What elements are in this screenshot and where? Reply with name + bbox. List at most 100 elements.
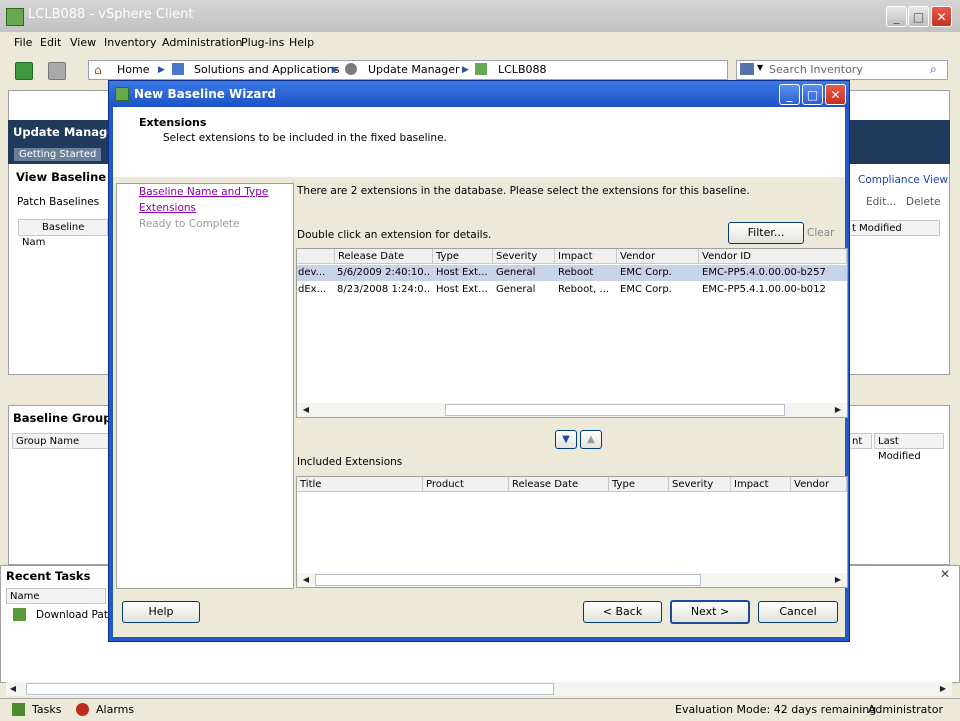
- dialog-title: New Baseline Wizard: [134, 87, 276, 101]
- forward-nav-icon[interactable]: [48, 62, 66, 80]
- search-inventory-box[interactable]: ▼ Search Inventory ⌕: [736, 60, 948, 80]
- menu-help[interactable]: Help: [289, 36, 314, 49]
- baseline-name-header[interactable]: Baseline Nam: [18, 219, 108, 248]
- scroll-left-icon[interactable]: ◀: [299, 574, 313, 586]
- search-input[interactable]: Search Inventory: [769, 63, 863, 76]
- ext-severity-cell: General: [496, 284, 536, 295]
- included-hscrollbar[interactable]: ◀ ▶: [297, 573, 847, 587]
- table-row[interactable]: dEx... 8/23/2008 1:24:0... Host Ext... G…: [297, 282, 847, 298]
- group-count-header[interactable]: nt: [848, 433, 872, 449]
- scroll-left-icon[interactable]: ◀: [299, 404, 313, 416]
- scroll-left-icon[interactable]: ◀: [6, 683, 20, 695]
- inc-col-type[interactable]: Type: [609, 477, 669, 492]
- ext-impact-cell: Reboot, ...: [558, 284, 610, 295]
- breadcrumb-separator-icon: ▶: [332, 65, 339, 75]
- minimize-icon[interactable]: _: [886, 6, 907, 27]
- ext-col-release-date[interactable]: Release Date: [335, 249, 433, 264]
- wizard-icon: [115, 87, 129, 101]
- group-last-modified-header[interactable]: Last Modified: [874, 433, 944, 462]
- table-row[interactable]: dev... 5/6/2009 2:40:10... Host Ext... G…: [297, 265, 847, 281]
- scroll-thumb[interactable]: [315, 574, 701, 586]
- search-icon[interactable]: ⌕: [930, 62, 937, 77]
- breadcrumb-host[interactable]: LCLB088: [498, 63, 546, 76]
- host-icon: [475, 63, 487, 75]
- scroll-right-icon[interactable]: ▶: [936, 683, 950, 695]
- task-item[interactable]: Download Patc: [36, 609, 114, 621]
- scroll-right-icon[interactable]: ▶: [831, 574, 845, 586]
- alarms-button[interactable]: Alarms: [96, 703, 134, 716]
- scroll-thumb[interactable]: [445, 404, 785, 416]
- main-titlebar: LCLB088 - vSphere Client _ □ ✕: [0, 0, 960, 32]
- menu-administration[interactable]: Administration: [162, 36, 243, 49]
- breadcrumb-separator-icon: ▶: [462, 65, 469, 75]
- filter-button[interactable]: Filter...: [728, 222, 804, 244]
- ext-name-cell: dev...: [298, 267, 326, 278]
- current-user: Administrator: [868, 703, 943, 716]
- chevron-down-icon[interactable]: ▼: [757, 63, 763, 72]
- tab-getting-started[interactable]: Getting Started: [14, 148, 102, 161]
- inc-col-product[interactable]: Product: [423, 477, 509, 492]
- inc-col-impact[interactable]: Impact: [731, 477, 791, 492]
- scroll-right-icon[interactable]: ▶: [831, 404, 845, 416]
- back-button[interactable]: < Back: [583, 601, 662, 623]
- ext-col-vendor-id[interactable]: Vendor ID: [699, 249, 847, 264]
- move-down-button[interactable]: ▼: [555, 430, 577, 449]
- menu-file[interactable]: File: [14, 36, 32, 49]
- task-name-header[interactable]: Name: [6, 588, 106, 604]
- ext-vendor-cell: EMC Corp.: [620, 267, 672, 278]
- ext-col-name[interactable]: [297, 249, 335, 264]
- recent-tasks-title: Recent Tasks: [6, 569, 91, 583]
- edit-action[interactable]: Edit...: [866, 196, 896, 208]
- breadcrumb-home[interactable]: Home: [117, 63, 149, 76]
- main-hscrollbar[interactable]: ◀ ▶: [6, 682, 952, 696]
- extensions-hscrollbar[interactable]: ◀ ▶: [297, 403, 847, 417]
- vsphere-app-icon: [6, 8, 24, 26]
- menu-view[interactable]: View: [70, 36, 96, 49]
- help-button[interactable]: Help: [122, 601, 200, 623]
- inc-col-title[interactable]: Title: [297, 477, 423, 492]
- ext-col-type[interactable]: Type: [433, 249, 493, 264]
- clear-link[interactable]: Clear: [807, 227, 834, 239]
- close-icon[interactable]: ✕: [940, 567, 950, 581]
- menu-edit[interactable]: Edit: [40, 36, 61, 49]
- inc-col-release-date[interactable]: Release Date: [509, 477, 609, 492]
- ext-col-impact[interactable]: Impact: [555, 249, 617, 264]
- menu-plugins[interactable]: Plug-ins: [241, 36, 284, 49]
- tab-patch-baselines[interactable]: Patch Baselines: [17, 196, 99, 208]
- ext-col-severity[interactable]: Severity: [493, 249, 555, 264]
- delete-action[interactable]: Delete: [906, 196, 941, 208]
- compliance-view-link[interactable]: Compliance View: [858, 174, 948, 186]
- last-modified-header[interactable]: t Modified: [848, 220, 940, 236]
- section-description: Select extensions to be included in the …: [163, 132, 447, 144]
- step-extensions[interactable]: Extensions: [139, 202, 196, 214]
- inc-col-severity[interactable]: Severity: [669, 477, 731, 492]
- close-icon[interactable]: ✕: [931, 6, 952, 27]
- cancel-button[interactable]: Cancel: [758, 601, 838, 623]
- menu-inventory[interactable]: Inventory: [104, 36, 157, 49]
- ext-date-cell: 5/6/2009 2:40:10...: [337, 267, 431, 278]
- group-name-header[interactable]: Group Name: [12, 433, 110, 449]
- ext-col-vendor[interactable]: Vendor: [617, 249, 699, 264]
- step-baseline-name[interactable]: Baseline Name and Type: [139, 186, 268, 198]
- solutions-icon: [172, 63, 184, 75]
- ext-impact-cell: Reboot: [558, 267, 594, 278]
- next-button[interactable]: Next >: [670, 600, 750, 624]
- maximize-icon[interactable]: □: [908, 6, 929, 27]
- breadcrumb-update-manager[interactable]: Update Manager: [368, 63, 460, 76]
- maximize-icon[interactable]: □: [802, 84, 823, 105]
- back-nav-icon[interactable]: [15, 62, 33, 80]
- ext-type-cell: Host Ext...: [436, 284, 488, 295]
- breadcrumb-solutions[interactable]: Solutions and Applications: [194, 63, 339, 76]
- scroll-thumb[interactable]: [26, 683, 554, 695]
- update-manager-icon: [345, 63, 357, 75]
- move-up-button[interactable]: ▲: [580, 430, 602, 449]
- minimize-icon[interactable]: _: [779, 84, 800, 105]
- ext-vendor-cell: EMC Corp.: [620, 284, 672, 295]
- menu-bar: File Edit View Inventory Administration …: [0, 32, 960, 54]
- tasks-button[interactable]: Tasks: [32, 703, 61, 716]
- inc-col-vendor[interactable]: Vendor: [791, 477, 847, 492]
- search-scope-icon[interactable]: [740, 63, 754, 75]
- status-bar: Tasks Alarms Evaluation Mode: 42 days re…: [0, 698, 960, 721]
- included-extensions-label: Included Extensions: [297, 456, 403, 468]
- close-icon[interactable]: ✕: [825, 84, 846, 105]
